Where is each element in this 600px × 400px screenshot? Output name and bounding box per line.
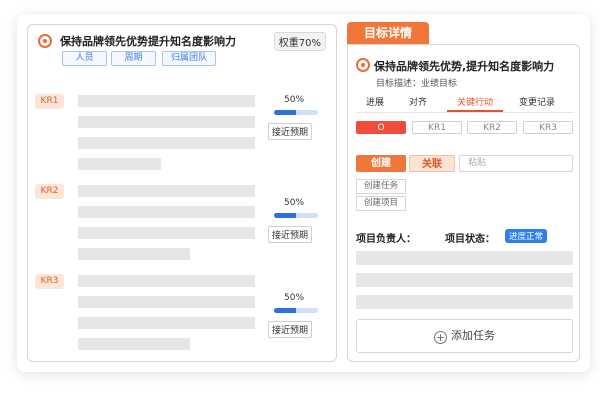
project-owner-label: 项目负责人： [356,234,416,245]
okr-window: 保持品牌领先优势提升知名度影响力 权重70% 人员 周期 归属团队 KR1 50… [17,14,590,372]
create-button[interactable]: 创建 [356,155,406,172]
detail-title: 保持品牌领先优势,提升知名度影响力 [374,60,555,73]
kr2-status-button[interactable]: 接近预期 [268,226,313,243]
kr1-line-1 [78,95,255,107]
kr1-line-4 [78,158,161,170]
tab-key-actions[interactable]: 关键行动 [447,95,503,112]
kr1-status-button[interactable]: 接近预期 [268,123,313,140]
chip-team[interactable]: 归属团队 [162,51,216,66]
kr2-line-3 [78,227,255,239]
kr3-tag[interactable]: KR3 [35,274,64,289]
kr1-percent: 50% [284,95,305,105]
detail-panel: 保持品牌领先优势,提升知名度影响力 目标描述：业绩目标 进展 对齐 关键行动 变… [347,44,580,362]
plus-circle-icon: + [434,331,447,344]
kr2-tag[interactable]: KR2 [35,184,64,199]
chip-people[interactable]: 人员 [62,51,107,66]
segment-kr3[interactable]: KR3 [523,121,573,134]
kr1-line-3 [78,137,255,149]
tab-change-log[interactable]: 变更记录 [519,95,555,108]
tab-align[interactable]: 对齐 [409,95,427,108]
menu-create-task[interactable]: 创建任务 [356,179,406,194]
objective-title: 保持品牌领先优势提升知名度影响力 [60,35,236,48]
kr1-line-2 [78,116,255,128]
detail-tabs: 进展 对齐 关键行动 变更记录 [356,95,573,113]
kr2-line-2 [78,206,255,218]
kr3-status-button[interactable]: 接近预期 [268,321,313,338]
placeholder-line-3 [356,295,573,309]
kr2-line-4 [78,248,190,260]
segment-o[interactable]: O [356,121,406,134]
target-icon [356,58,370,72]
paste-input[interactable]: 粘贴 [459,155,573,172]
status-badge: 进度正常 [505,229,548,243]
kr3-progress-bar [274,308,318,313]
segment-kr1[interactable]: KR1 [412,121,462,134]
kr1-tag[interactable]: KR1 [35,94,64,109]
menu-create-project[interactable]: 创建项目 [356,196,406,211]
kr2-percent: 50% [284,198,305,208]
segment-kr2[interactable]: KR2 [467,121,517,134]
kr3-line-3 [78,317,255,329]
weight-badge: 权重70% [273,32,326,51]
kr1-progress-fill [274,110,296,115]
kr3-progress-fill [274,308,296,313]
kr3-line-4 [78,338,190,350]
kr2-progress-fill [274,213,296,218]
link-button[interactable]: 关联 [409,155,455,172]
objective-card[interactable]: 保持品牌领先优势提升知名度影响力 权重70% 人员 周期 归属团队 KR1 50… [27,24,337,362]
detail-description: 目标描述：业绩目标 [376,79,458,89]
placeholder-line-2 [356,273,573,287]
kr3-line-2 [78,296,255,308]
kr3-percent: 50% [284,293,305,303]
add-task-label: 添加任务 [451,329,495,342]
target-icon [38,34,52,48]
chip-period[interactable]: 周期 [111,51,156,66]
kr3-line-1 [78,275,255,287]
tab-progress[interactable]: 进展 [366,95,384,108]
project-status-label: 项目状态： [445,234,495,245]
detail-tab-header[interactable]: 目标详情 [347,22,429,44]
placeholder-line-1 [356,251,573,265]
kr2-line-1 [78,185,255,197]
add-task-button[interactable]: + 添加任务 [356,319,573,353]
kr1-progress-bar [274,110,318,115]
kr2-progress-bar [274,213,318,218]
